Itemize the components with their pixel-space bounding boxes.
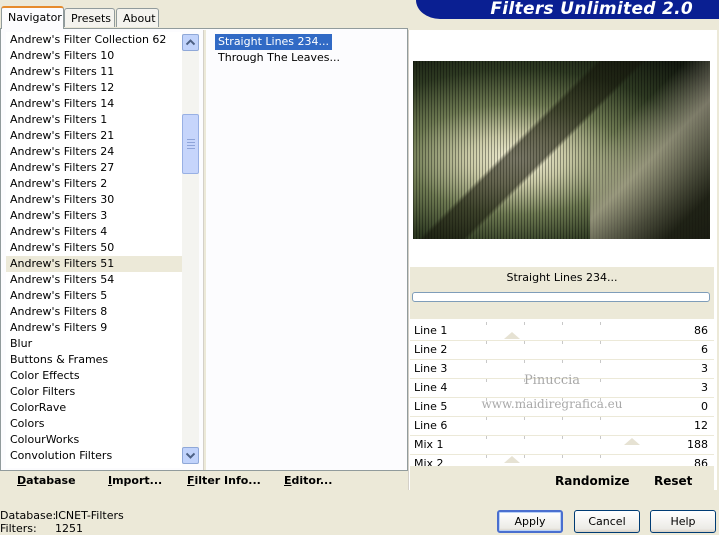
editor-button[interactable]: Editor... [284, 474, 332, 487]
category-scrollbar[interactable] [182, 34, 199, 464]
scroll-thumb[interactable] [182, 114, 199, 174]
filter-info-button[interactable]: Filter Info... [187, 474, 261, 487]
chevron-up-icon [186, 39, 195, 46]
progress-bar [412, 292, 710, 302]
category-item[interactable]: Andrew's Filters 9 [6, 320, 182, 336]
tab-about[interactable]: About [116, 8, 159, 27]
list-divider [203, 30, 206, 470]
slider-thumb-line1[interactable] [504, 332, 520, 339]
category-list[interactable]: Andrew's Filter Collection 62 Andrew's Fi… [6, 32, 182, 468]
param-row[interactable]: Line 6 12 [410, 417, 714, 436]
filter-list[interactable]: Straight Lines 234... Through The Leaves.… [215, 34, 395, 66]
database-button[interactable]: Database [17, 474, 76, 487]
apply-button[interactable]: Apply [497, 510, 563, 533]
param-label: Line 3 [414, 362, 448, 375]
category-item[interactable]: Andrew's Filters 21 [6, 128, 182, 144]
status-filters-label: Filters: [0, 522, 37, 535]
param-value: 12 [694, 419, 708, 432]
preview-image [413, 61, 710, 239]
watermark-name: Pinuccia [523, 373, 581, 388]
category-item[interactable]: Blur [6, 336, 182, 352]
param-label: Line 6 [414, 419, 448, 432]
category-item[interactable]: Andrew's Filters 51 [6, 256, 182, 272]
category-item[interactable]: Andrew's Filters 12 [6, 80, 182, 96]
param-label: Line 2 [414, 343, 448, 356]
scroll-down-button[interactable] [182, 447, 199, 464]
category-item[interactable]: Andrew's Filters 2 [6, 176, 182, 192]
category-item[interactable]: Andrew's Filters 11 [6, 64, 182, 80]
slider-thumb-mix1[interactable] [624, 438, 640, 445]
param-value: 188 [687, 438, 708, 451]
param-value: 0 [701, 400, 708, 413]
scroll-up-button[interactable] [182, 34, 199, 51]
cancel-button[interactable]: Cancel [574, 510, 640, 533]
tab-presets[interactable]: Presets [64, 8, 115, 27]
category-item[interactable]: Andrew's Filters 5 [6, 288, 182, 304]
help-button[interactable]: Help [650, 510, 716, 533]
reset-button[interactable]: Reset [654, 474, 692, 488]
param-value: 86 [694, 324, 708, 337]
category-item[interactable]: Andrew's Filters 3 [6, 208, 182, 224]
category-item[interactable]: Andrew's Filters 1 [6, 112, 182, 128]
app-banner-title: Filters Unlimited 2.0 [416, 0, 719, 19]
category-item[interactable]: Buttons & Frames [6, 352, 182, 368]
param-value: 3 [701, 381, 708, 394]
param-label: Line 1 [414, 324, 448, 337]
chevron-down-icon [186, 452, 195, 459]
param-label: Mix 1 [414, 438, 444, 451]
param-row[interactable]: Line 2 6 [410, 341, 714, 360]
randomize-button[interactable]: Randomize [555, 474, 629, 488]
category-item[interactable]: Andrew's Filters 8 [6, 304, 182, 320]
param-label: Line 5 [414, 400, 448, 413]
category-item[interactable]: Andrew's Filters 54 [6, 272, 182, 288]
tab-navigator[interactable]: Navigator [1, 6, 64, 29]
category-item[interactable]: Color Filters [6, 384, 182, 400]
import-button[interactable]: Import... [108, 474, 162, 487]
status-filters-value: 1251 [55, 522, 83, 535]
category-item[interactable]: ColourWorks [6, 432, 182, 448]
filter-item[interactable]: Straight Lines 234... [215, 34, 333, 50]
param-label: Line 4 [414, 381, 448, 394]
status-database-label: Database: [0, 509, 57, 522]
status-database-value: ICNET-Filters [55, 509, 124, 522]
category-item[interactable]: Andrew's Filters 10 [6, 48, 182, 64]
filter-item[interactable]: Through The Leaves... [215, 50, 343, 66]
category-item[interactable]: Andrew's Filters 14 [6, 96, 182, 112]
slider-thumb-mix2[interactable] [504, 456, 520, 463]
category-item[interactable]: Andrew's Filters 4 [6, 224, 182, 240]
param-row[interactable]: Mix 1 188 [410, 436, 714, 455]
preview-filter-name: Straight Lines 234... [506, 271, 618, 284]
category-item[interactable]: Andrew's Filters 24 [6, 144, 182, 160]
category-item[interactable]: ColorRave [6, 400, 182, 416]
watermark-url: www.maidiregrafica.eu [481, 397, 623, 411]
param-value: 6 [701, 343, 708, 356]
category-item[interactable]: Andrew's Filters 50 [6, 240, 182, 256]
category-item[interactable]: Color Effects [6, 368, 182, 384]
category-item[interactable]: Andrew's Filters 30 [6, 192, 182, 208]
param-value: 3 [701, 362, 708, 375]
category-item[interactable]: Colors [6, 416, 182, 432]
category-item[interactable]: Andrew's Filter Collection 62 [6, 32, 182, 48]
param-row[interactable]: Line 1 86 [410, 322, 714, 341]
category-item[interactable]: Convolution Filters [6, 448, 182, 464]
category-item[interactable]: Andrew's Filters 27 [6, 160, 182, 176]
